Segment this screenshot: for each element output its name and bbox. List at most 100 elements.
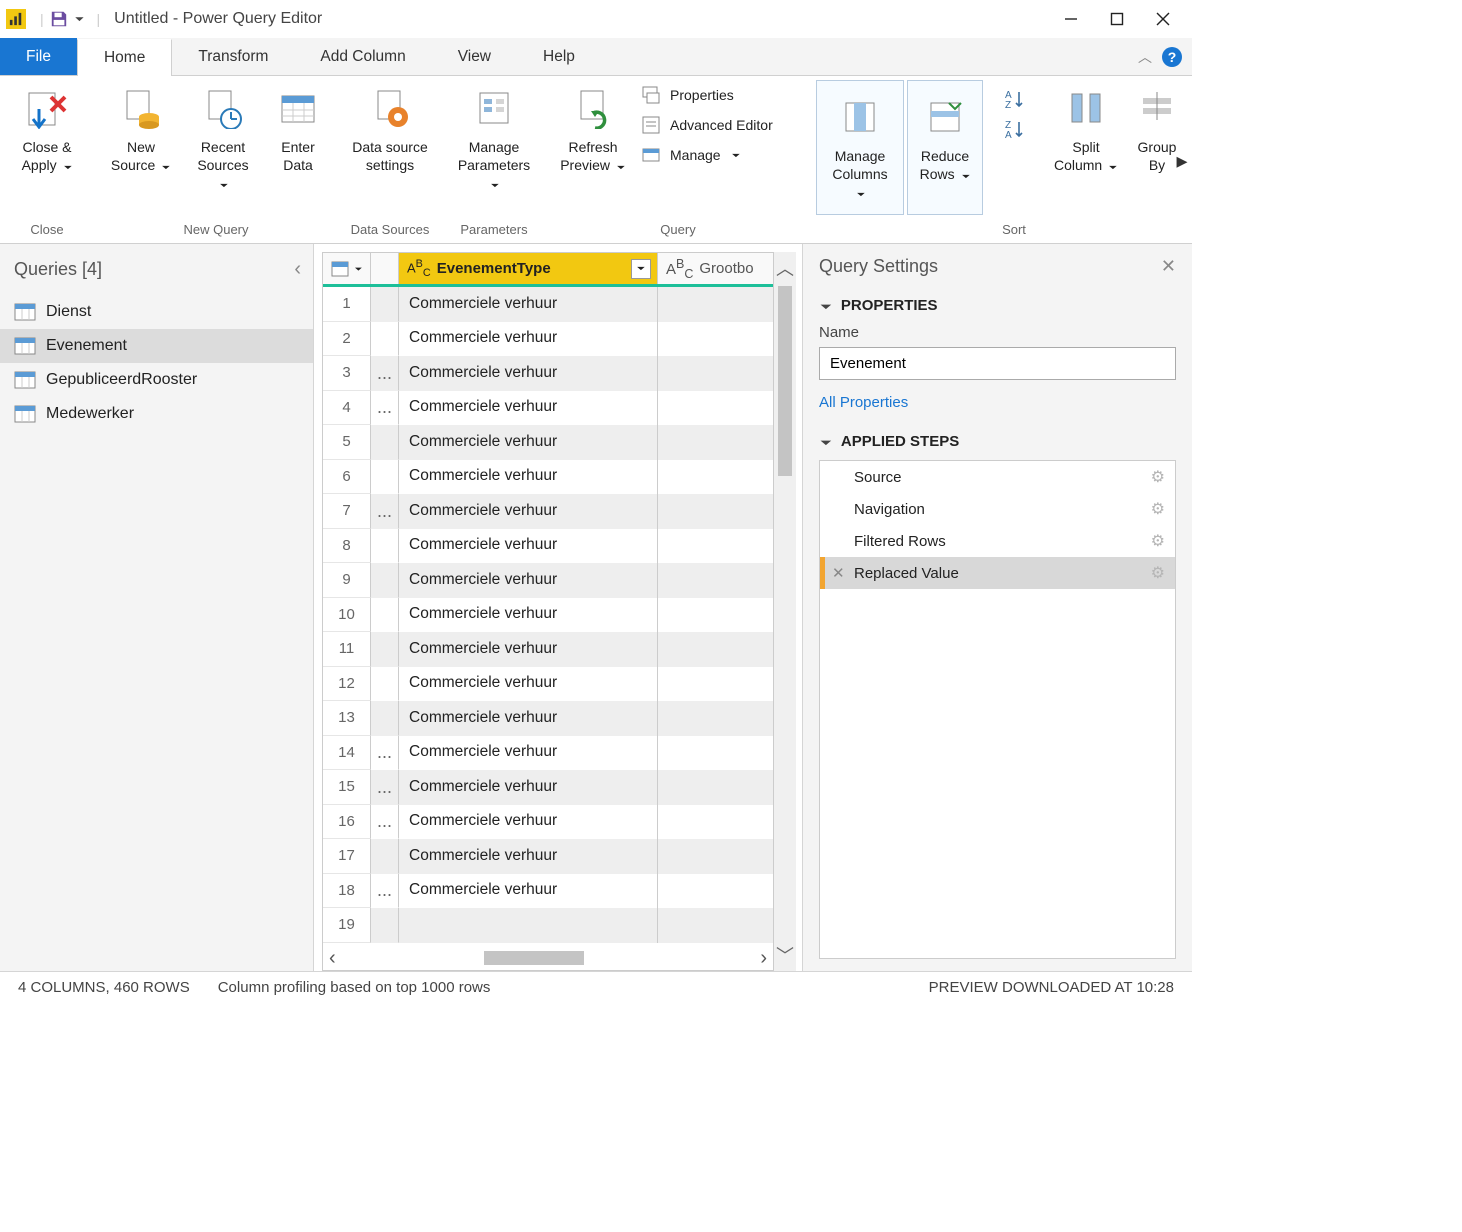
- query-item[interactable]: Medewerker: [0, 397, 313, 431]
- sort-desc-button[interactable]: ZA: [1003, 118, 1025, 140]
- table-select-all[interactable]: ▼: [323, 253, 371, 284]
- query-item[interactable]: Dienst: [0, 295, 313, 329]
- cell-value[interactable]: Commerciele verhuur: [399, 632, 657, 667]
- table-row[interactable]: 1Commerciele verhuur: [323, 287, 773, 322]
- cell-value[interactable]: Commerciele verhuur: [399, 598, 657, 633]
- column-filter-icon[interactable]: ▼: [631, 259, 651, 279]
- table-row[interactable]: 18...Commerciele verhuur: [323, 874, 773, 909]
- cell-value[interactable]: [399, 908, 657, 943]
- cell-value[interactable]: Commerciele verhuur: [399, 770, 657, 805]
- cell-next[interactable]: [657, 805, 773, 840]
- manage-parameters-button[interactable]: Manage Parameters ▼: [448, 80, 540, 195]
- tab-add-column[interactable]: Add Column: [294, 38, 431, 75]
- cell-next[interactable]: [657, 598, 773, 633]
- table-row[interactable]: 3...Commerciele verhuur: [323, 356, 773, 391]
- table-row[interactable]: 9Commerciele verhuur: [323, 563, 773, 598]
- ribbon-overflow-icon[interactable]: ▸: [1174, 148, 1190, 174]
- table-row[interactable]: 10Commerciele verhuur: [323, 598, 773, 633]
- table-row[interactable]: 15...Commerciele verhuur: [323, 770, 773, 805]
- cell-next[interactable]: [657, 322, 773, 357]
- save-icon[interactable]: [50, 10, 68, 28]
- advanced-editor-button[interactable]: Advanced Editor: [640, 114, 798, 136]
- table-row[interactable]: 4...Commerciele verhuur: [323, 391, 773, 426]
- scroll-up-icon[interactable]: ︿: [776, 252, 794, 284]
- cell-next[interactable]: [657, 356, 773, 391]
- cell-next[interactable]: [657, 839, 773, 874]
- cell-value[interactable]: Commerciele verhuur: [399, 391, 657, 426]
- cell-value[interactable]: Commerciele verhuur: [399, 736, 657, 771]
- scroll-left-icon[interactable]: ‹: [329, 947, 336, 970]
- collapse-ribbon-icon[interactable]: ︿: [1138, 47, 1152, 67]
- table-row[interactable]: 14...Commerciele verhuur: [323, 736, 773, 771]
- tab-transform[interactable]: Transform: [172, 38, 294, 75]
- cell-next[interactable]: [657, 908, 773, 943]
- gear-icon[interactable]: ⚙: [1151, 563, 1165, 583]
- recent-sources-button[interactable]: Recent Sources ▼: [182, 80, 264, 195]
- tab-help[interactable]: Help: [517, 38, 601, 75]
- applied-step[interactable]: Filtered Rows⚙: [820, 525, 1175, 557]
- cell-value[interactable]: Commerciele verhuur: [399, 805, 657, 840]
- qat-dropdown[interactable]: ▼: [72, 15, 86, 22]
- column-header-evenementtype[interactable]: ABC EvenementType ▼: [399, 253, 657, 284]
- applied-step[interactable]: Navigation⚙: [820, 493, 1175, 525]
- cell-value[interactable]: Commerciele verhuur: [399, 667, 657, 702]
- cell-value[interactable]: Commerciele verhuur: [399, 356, 657, 391]
- close-settings-icon[interactable]: ✕: [1161, 256, 1176, 277]
- cell-next[interactable]: [657, 874, 773, 909]
- table-row[interactable]: 11Commerciele verhuur: [323, 632, 773, 667]
- cell-next[interactable]: [657, 529, 773, 564]
- help-icon[interactable]: ?: [1162, 47, 1182, 67]
- cell-next[interactable]: [657, 667, 773, 702]
- manage-query-button[interactable]: Manage ▼: [640, 144, 798, 166]
- refresh-preview-button[interactable]: Refresh Preview ▼: [552, 80, 634, 177]
- cell-value[interactable]: Commerciele verhuur: [399, 529, 657, 564]
- collapse-queries-icon[interactable]: ‹: [294, 258, 301, 281]
- cell-value[interactable]: Commerciele verhuur: [399, 563, 657, 598]
- query-item[interactable]: GepubliceerdRooster: [0, 363, 313, 397]
- properties-button[interactable]: Properties: [640, 84, 798, 106]
- cell-next[interactable]: [657, 425, 773, 460]
- cell-next[interactable]: [657, 563, 773, 598]
- all-properties-link[interactable]: All Properties: [819, 394, 1176, 411]
- table-row[interactable]: 17Commerciele verhuur: [323, 839, 773, 874]
- cell-value[interactable]: Commerciele verhuur: [399, 425, 657, 460]
- applied-step[interactable]: ✕Replaced Value⚙: [820, 557, 1175, 589]
- close-button[interactable]: [1140, 3, 1186, 35]
- applied-step[interactable]: Source⚙: [820, 461, 1175, 493]
- gear-icon[interactable]: ⚙: [1151, 499, 1165, 519]
- close-apply-button[interactable]: Close & Apply ▼: [6, 80, 88, 177]
- cell-value[interactable]: Commerciele verhuur: [399, 322, 657, 357]
- tab-home[interactable]: Home: [77, 39, 172, 76]
- cell-next[interactable]: [657, 736, 773, 771]
- cell-value[interactable]: Commerciele verhuur: [399, 287, 657, 322]
- minimize-button[interactable]: [1048, 3, 1094, 35]
- maximize-button[interactable]: [1094, 3, 1140, 35]
- sort-asc-button[interactable]: AZ: [1003, 88, 1025, 110]
- cell-next[interactable]: [657, 701, 773, 736]
- column-header-next[interactable]: ABC Grootbo: [657, 253, 773, 284]
- gear-icon[interactable]: ⚙: [1151, 531, 1165, 551]
- query-item[interactable]: Evenement: [0, 329, 313, 363]
- table-row[interactable]: 2Commerciele verhuur: [323, 322, 773, 357]
- cell-next[interactable]: [657, 632, 773, 667]
- table-row[interactable]: 16...Commerciele verhuur: [323, 805, 773, 840]
- scroll-right-icon[interactable]: ›: [760, 947, 767, 970]
- tab-file[interactable]: File: [0, 38, 77, 75]
- cell-next[interactable]: [657, 391, 773, 426]
- cell-value[interactable]: Commerciele verhuur: [399, 874, 657, 909]
- vertical-scrollbar[interactable]: ︿ ﹀: [774, 252, 796, 971]
- manage-columns-button[interactable]: Manage Columns ▼: [816, 80, 904, 215]
- split-column-button[interactable]: Split Column ▼: [1045, 80, 1127, 177]
- cell-next[interactable]: [657, 460, 773, 495]
- cell-next[interactable]: [657, 770, 773, 805]
- delete-step-icon[interactable]: ✕: [832, 564, 845, 582]
- enter-data-button[interactable]: Enter Data: [264, 80, 332, 174]
- reduce-rows-button[interactable]: Reduce Rows ▼: [907, 80, 983, 215]
- cell-value[interactable]: Commerciele verhuur: [399, 494, 657, 529]
- table-row[interactable]: 7...Commerciele verhuur: [323, 494, 773, 529]
- table-row[interactable]: 13Commerciele verhuur: [323, 701, 773, 736]
- gear-icon[interactable]: ⚙: [1151, 467, 1165, 487]
- new-source-button[interactable]: New Source ▼: [100, 80, 182, 177]
- table-row[interactable]: 5Commerciele verhuur: [323, 425, 773, 460]
- table-row[interactable]: 8Commerciele verhuur: [323, 529, 773, 564]
